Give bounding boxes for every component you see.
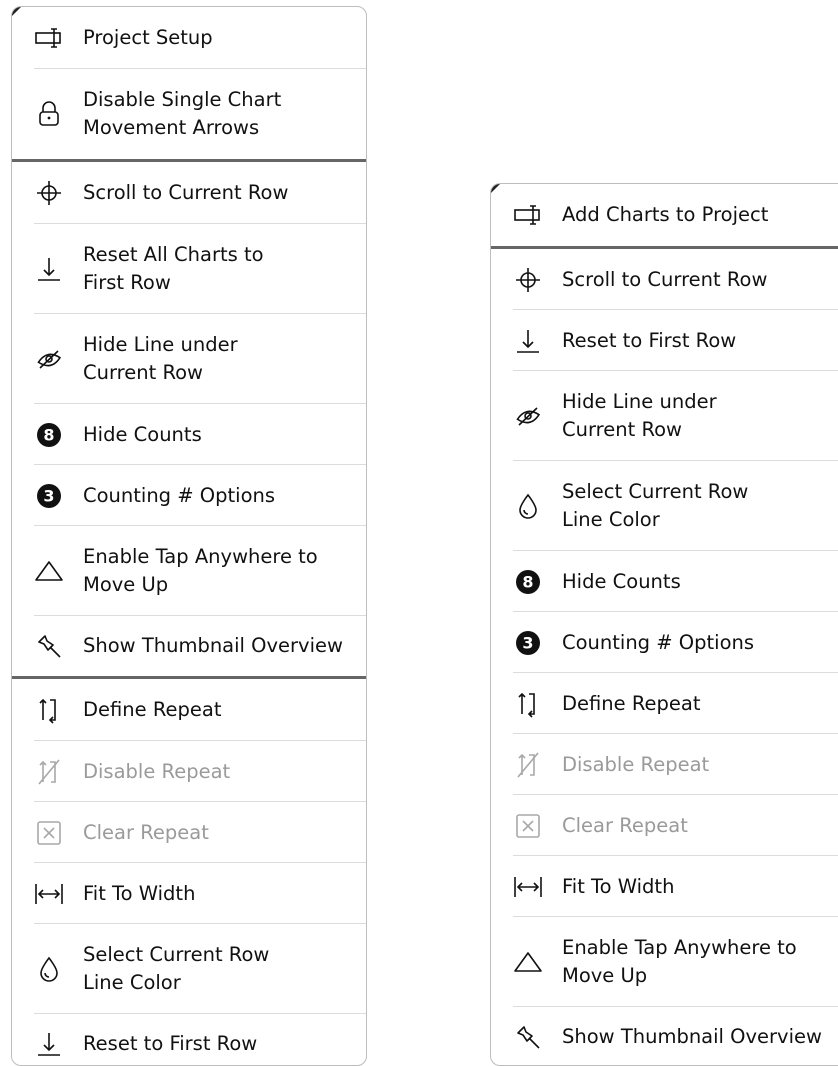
menu-item-show-thumbnail-overview[interactable]: Show Thumbnail Overview	[12, 616, 366, 676]
menu-item-counting-options[interactable]: 3 Counting # Options	[491, 612, 838, 673]
menu-item-label: Reset to First Row	[83, 1031, 258, 1055]
menu-item-scroll-to-current-row[interactable]: Scroll to Current Row	[491, 249, 838, 310]
menu-item-label: Define Repeat	[83, 698, 222, 721]
menu-item-counting-options[interactable]: 3 Counting # Options	[12, 465, 366, 526]
menu-item-label: Project Setup	[83, 26, 213, 49]
number-3-badge-icon: 3	[34, 481, 64, 511]
menu-item-label: Enable Tap Anywhere to Move Up	[83, 545, 318, 596]
menu-item-hide-line-under-current-row[interactable]: Hide Line under Current Row	[491, 371, 838, 461]
menu-item-disable-repeat[interactable]: Disable Repeat	[491, 734, 838, 795]
menu-item-label: Select Current Row Line Color	[83, 943, 270, 994]
menu-item-add-charts-to-project[interactable]: Add Charts to Project	[491, 184, 838, 246]
svg-text:8: 8	[43, 425, 54, 444]
number-8-badge-icon: 8	[513, 567, 543, 597]
fit-width-icon	[34, 879, 64, 909]
menu-item-label: Fit To Width	[83, 881, 196, 905]
menu-item-clear-repeat[interactable]: Clear Repeat	[12, 802, 366, 863]
right-context-menu: Add Charts to Project Scroll to Current R…	[490, 183, 838, 1066]
menu-item-define-repeat[interactable]: Define Repeat	[12, 679, 366, 741]
menu-item-select-current-row-line-color[interactable]: Select Current Row Line Color	[12, 924, 366, 1014]
repeat-brackets-icon	[34, 695, 64, 725]
menu-item-enable-tap-anywhere-to-move-up[interactable]: Enable Tap Anywhere to Move Up	[12, 526, 366, 616]
menu-item-select-current-row-line-color[interactable]: Select Current Row Line Color	[491, 461, 838, 551]
droplet-icon	[513, 491, 543, 521]
fit-width-icon	[513, 872, 543, 902]
clear-box-icon	[34, 818, 64, 848]
menu-item-hide-counts[interactable]: 8 Hide Counts	[12, 404, 366, 465]
number-8-badge-icon: 8	[34, 420, 64, 450]
menu-item-label: Show Thumbnail Overview	[83, 634, 343, 657]
repeat-disabled-icon	[513, 750, 543, 780]
menu-item-label: Counting # Options	[83, 483, 276, 507]
menu-item-label: Disable Repeat	[562, 752, 710, 776]
menu-item-fit-to-width[interactable]: Fit To Width	[12, 863, 366, 924]
svg-text:3: 3	[522, 633, 533, 652]
menu-item-label: Clear Repeat	[562, 813, 688, 837]
menu-item-label: Hide Line under Current Row	[562, 390, 717, 441]
droplet-icon	[34, 954, 64, 984]
arrow-down-to-line-icon	[513, 326, 543, 356]
menu-item-hide-line-under-current-row[interactable]: Hide Line under Current Row	[12, 314, 366, 404]
menu-item-label: Fit To Width	[562, 874, 675, 898]
menu-item-label: Select Current Row Line Color	[562, 480, 749, 531]
arrow-down-to-line-icon	[34, 1029, 64, 1059]
number-3-badge-icon: 3	[513, 628, 543, 658]
menu-item-label: Enable Tap Anywhere to Move Up	[562, 936, 797, 987]
lock-icon	[34, 99, 64, 129]
svg-text:8: 8	[522, 572, 533, 591]
menu-item-label: Show Thumbnail Overview	[562, 1024, 822, 1048]
menu-item-label: Counting # Options	[562, 630, 755, 654]
menu-item-label: Scroll to Current Row	[83, 181, 289, 204]
menu-item-hide-counts[interactable]: 8 Hide Counts	[491, 551, 838, 612]
menu-item-project-setup[interactable]: Project Setup	[12, 7, 366, 69]
pin-icon	[34, 631, 64, 661]
menu-item-label: Disable Single Chart Movement Arrows	[83, 88, 282, 139]
clear-box-icon	[513, 811, 543, 841]
pin-icon	[513, 1022, 543, 1052]
crosshair-icon	[513, 265, 543, 295]
repeat-brackets-icon	[513, 689, 543, 719]
crosshair-icon	[34, 178, 64, 208]
triangle-icon	[513, 947, 543, 977]
menu-item-label: Hide Line under Current Row	[83, 333, 238, 384]
menu-item-label: Reset All Charts to First Row	[83, 243, 264, 294]
menu-item-label: Scroll to Current Row	[562, 267, 768, 291]
menu-item-disable-single-chart-movement-arrows[interactable]: Disable Single Chart Movement Arrows	[12, 69, 366, 159]
menu-item-disable-repeat[interactable]: Disable Repeat	[12, 741, 366, 802]
menu-item-enable-tap-anywhere-to-move-up[interactable]: Enable Tap Anywhere to Move Up	[491, 917, 838, 1007]
repeat-disabled-icon	[34, 757, 64, 787]
menu-item-show-thumbnail-overview[interactable]: Show Thumbnail Overview	[491, 1007, 838, 1065]
menu-item-clear-repeat[interactable]: Clear Repeat	[491, 795, 838, 856]
menu-item-reset-all-charts-to-first-row[interactable]: Reset All Charts to First Row	[12, 224, 366, 314]
project-setup-icon	[513, 200, 543, 230]
menu-item-scroll-to-current-row[interactable]: Scroll to Current Row	[12, 162, 366, 224]
menu-item-reset-to-first-row[interactable]: Reset to First Row	[12, 1014, 366, 1065]
menu-item-reset-to-first-row[interactable]: Reset to First Row	[491, 310, 838, 371]
triangle-icon	[34, 556, 64, 586]
arrow-down-to-line-icon	[34, 254, 64, 284]
menu-item-define-repeat[interactable]: Define Repeat	[491, 673, 838, 734]
menu-item-label: Disable Repeat	[83, 759, 231, 783]
menu-item-label: Define Repeat	[562, 691, 701, 715]
menu-item-label: Hide Counts	[83, 422, 202, 446]
svg-text:3: 3	[43, 486, 54, 505]
menu-item-label: Hide Counts	[562, 569, 681, 593]
menu-item-label: Reset to First Row	[562, 328, 737, 352]
left-context-menu: Project Setup Disable Single Chart Moveme…	[11, 6, 367, 1066]
eye-slash-icon	[34, 344, 64, 374]
eye-slash-icon	[513, 401, 543, 431]
menu-item-label: Clear Repeat	[83, 820, 209, 844]
menu-item-label: Add Charts to Project	[562, 203, 769, 226]
menu-item-fit-to-width[interactable]: Fit To Width	[491, 856, 838, 917]
project-setup-icon	[34, 23, 64, 53]
